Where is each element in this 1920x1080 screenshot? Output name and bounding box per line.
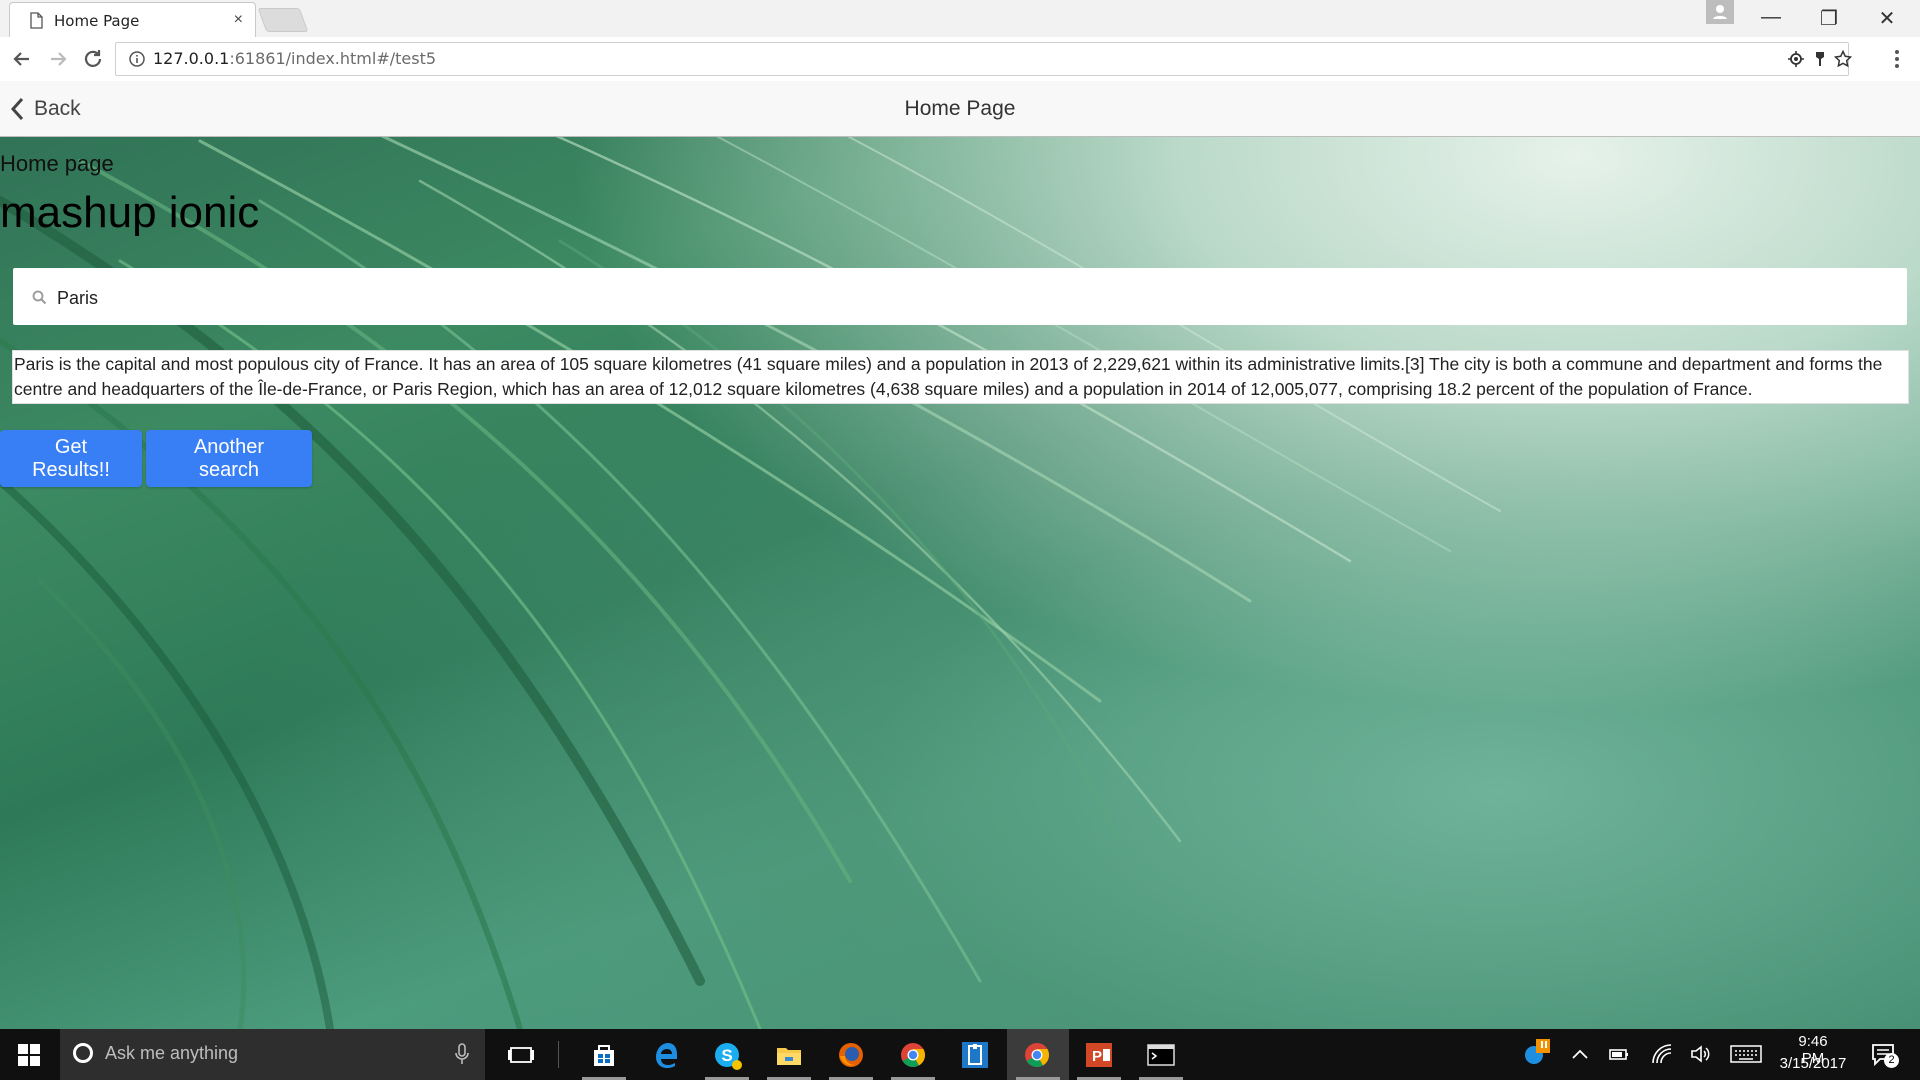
chrome-active-icon[interactable] (1022, 1040, 1052, 1070)
cortana-search-box[interactable]: Ask me anything (60, 1029, 485, 1080)
page-subheading: Home page (0, 151, 114, 176)
chrome-icon[interactable] (898, 1040, 928, 1070)
search-icon (32, 290, 47, 305)
address-bar[interactable]: 127.0.0.1:61861/index.html#/test5 (115, 42, 1852, 76)
page-icon (30, 12, 43, 29)
forward-arrow-icon[interactable] (45, 46, 71, 72)
location-icon[interactable] (1787, 50, 1805, 68)
firefox-icon[interactable] (836, 1040, 866, 1070)
app-content: Back Home Page Home page mashup ionic Pa… (0, 81, 1920, 1029)
info-icon[interactable] (128, 50, 146, 68)
browser-toolbar: 127.0.0.1:61861/index.html#/test5 (0, 37, 1920, 82)
result-text: Paris is the capital and most populous c… (14, 354, 1883, 399)
clock-date[interactable]: 3/15/2017 (1776, 1055, 1850, 1072)
page-title: Home Page (904, 97, 1016, 120)
taskbar-divider (558, 1041, 559, 1068)
notification-app-icon[interactable] (1522, 1037, 1552, 1067)
windows-start-icon[interactable] (17, 1043, 41, 1067)
app-navbar: Back Home Page (0, 81, 1920, 137)
menu-icon[interactable] (1887, 46, 1907, 72)
url-text[interactable]: 127.0.0.1:61861/index.html#/test5 (153, 49, 436, 68)
notepad-app-icon[interactable] (960, 1040, 990, 1070)
search-input[interactable] (55, 278, 1879, 318)
edge-icon[interactable] (651, 1040, 681, 1070)
searchbar[interactable] (13, 268, 1907, 325)
tab-title: Home Page (54, 12, 140, 30)
browser-titlebar: Home Page × — ❐ ✕ (0, 0, 1920, 38)
file-explorer-icon[interactable] (774, 1040, 804, 1070)
browser-tab[interactable]: Home Page × (9, 2, 256, 38)
battery-icon[interactable] (1608, 1045, 1630, 1063)
svg-text:P: P (1092, 1048, 1102, 1065)
page-heading: mashup ionic (0, 188, 260, 237)
skype-icon[interactable]: S (712, 1040, 742, 1070)
terminal-icon[interactable] (1146, 1040, 1176, 1070)
restore-button[interactable]: ❐ (1814, 6, 1844, 31)
powerpoint-icon[interactable]: P (1084, 1040, 1114, 1070)
task-view-icon[interactable] (506, 1040, 536, 1070)
cortana-icon (73, 1043, 93, 1063)
keyboard-icon[interactable] (1730, 1045, 1762, 1063)
tab-close-icon[interactable]: × (234, 11, 243, 29)
grass-background-image (0, 90, 1501, 1029)
cortana-placeholder: Ask me anything (105, 1043, 239, 1063)
extension-icon[interactable] (1811, 50, 1829, 68)
another-search-button[interactable]: Another search (146, 430, 312, 487)
new-tab-button[interactable] (257, 8, 309, 32)
action-center-icon[interactable]: 2 (1870, 1041, 1900, 1071)
microphone-icon[interactable] (455, 1042, 469, 1066)
chevron-up-icon[interactable] (1571, 1047, 1589, 1061)
result-panel: Paris is the capital and most populous c… (12, 350, 1909, 404)
back-arrow-icon[interactable] (9, 46, 35, 72)
profile-icon[interactable] (1706, 0, 1734, 24)
bookmark-star-icon[interactable] (1834, 50, 1852, 68)
taskbar: Ask me anything S P 9:46 PM 3/15/2017 2 (0, 1029, 1920, 1080)
store-icon[interactable] (589, 1040, 619, 1070)
wifi-icon[interactable] (1651, 1043, 1673, 1065)
reload-icon[interactable] (80, 46, 106, 72)
minimize-button[interactable]: — (1756, 6, 1786, 29)
svg-text:S: S (721, 1046, 732, 1065)
notification-count: 2 (1884, 1053, 1899, 1068)
volume-icon[interactable] (1690, 1044, 1712, 1064)
close-window-button[interactable]: ✕ (1872, 6, 1902, 31)
get-results-button[interactable]: Get Results!! (0, 430, 142, 487)
